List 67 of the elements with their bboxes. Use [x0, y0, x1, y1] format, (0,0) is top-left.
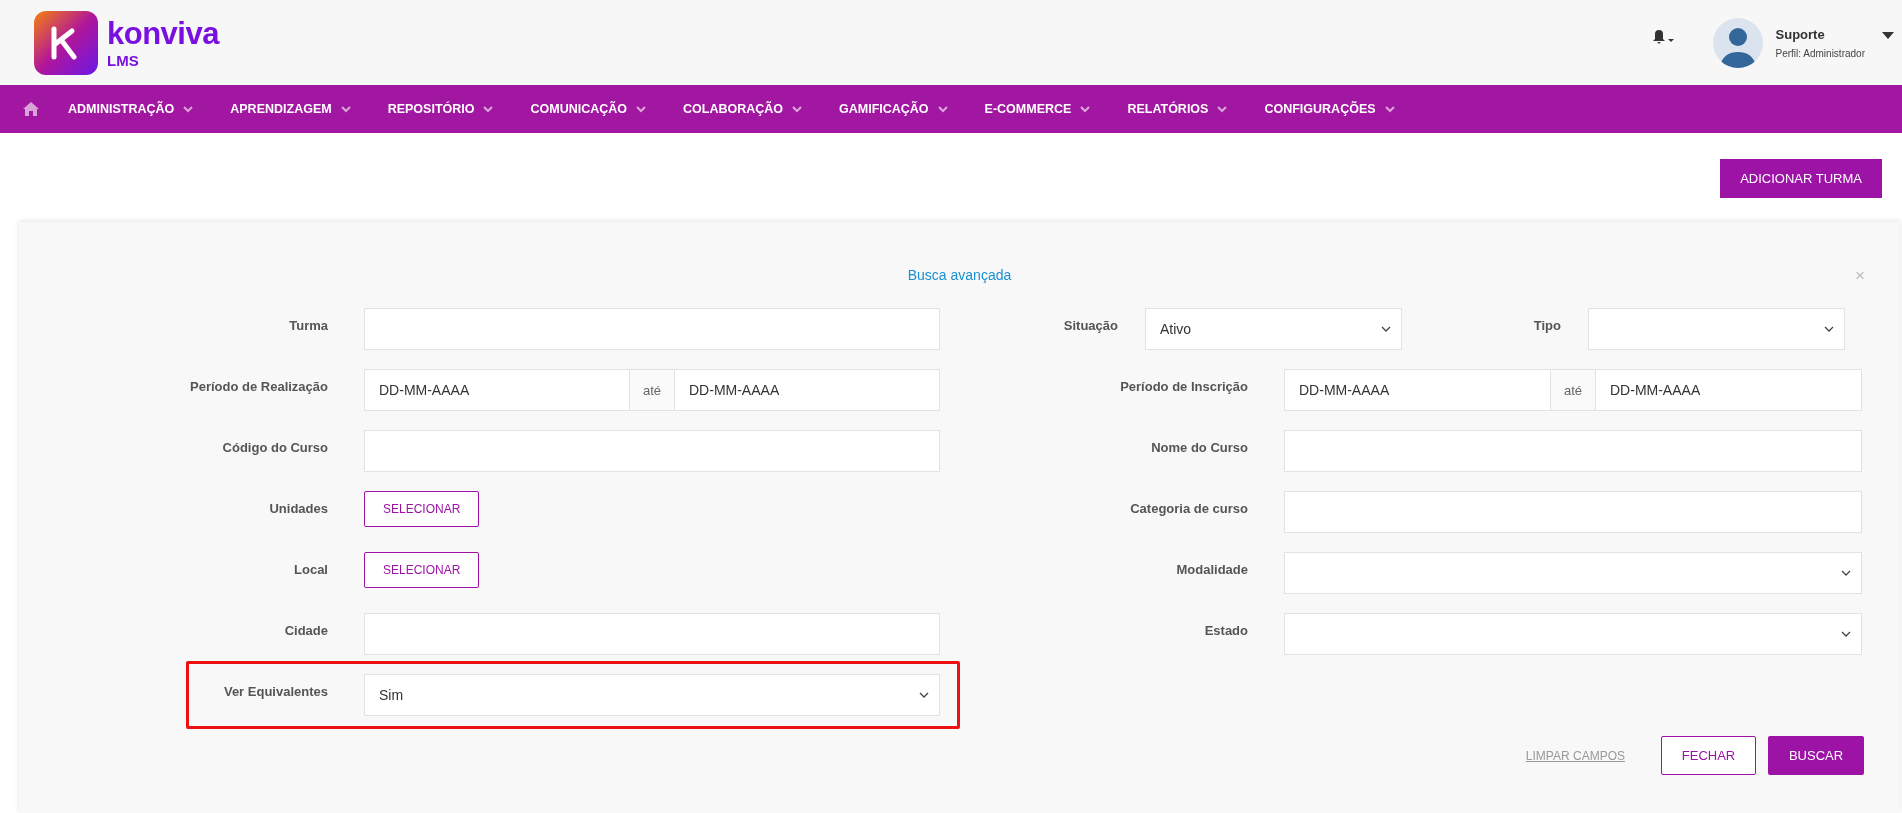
- field-label: Ver Equivalentes: [222, 683, 328, 701]
- menu-item[interactable]: REPOSITÓRIO: [387, 102, 494, 116]
- text-field[interactable]: [364, 613, 940, 655]
- field-label: Local: [293, 561, 328, 579]
- text-field[interactable]: [364, 430, 940, 472]
- brand-name: konviva: [107, 17, 219, 49]
- date-field[interactable]: DD-MM-AAAA: [1595, 369, 1862, 411]
- menu-item[interactable]: CONFIGURAÇÕES: [1264, 102, 1395, 116]
- chevron-down-icon: [483, 105, 494, 113]
- chevron-down-icon: [1824, 326, 1834, 332]
- menu-item[interactable]: GAMIFICAÇÃO: [839, 102, 948, 116]
- chevron-down-icon: [1841, 570, 1851, 576]
- menu-item[interactable]: RELATÓRIOS: [1127, 102, 1228, 116]
- field-label: Unidades: [268, 500, 328, 518]
- field-label: Categoria de curso: [1129, 500, 1248, 518]
- date-field[interactable]: DD-MM-AAAA: [364, 369, 630, 411]
- select-field[interactable]: [1284, 613, 1862, 655]
- user-role: Perfil: Administrador: [1775, 47, 1865, 59]
- chevron-down-icon: [919, 692, 929, 698]
- user-name: Suporte: [1775, 26, 1826, 42]
- chevron-down-icon: [937, 105, 948, 113]
- field-label: Modalidade: [1175, 561, 1248, 579]
- field-label: Nome do Curso: [1150, 439, 1248, 457]
- chevron-down-icon: [183, 105, 194, 113]
- select-field[interactable]: Ativo: [1145, 308, 1402, 350]
- field-label: Período de Realização: [189, 378, 328, 396]
- chevron-down-icon: [1381, 326, 1391, 332]
- field-label: Tipo: [1532, 317, 1562, 335]
- add-class-button[interactable]: ADICIONAR TURMA: [1720, 159, 1882, 198]
- select-field[interactable]: [1588, 308, 1845, 350]
- select-field[interactable]: [1284, 552, 1862, 594]
- range-separator: até: [1551, 369, 1595, 411]
- chevron-down-icon: [1841, 631, 1851, 637]
- home-icon[interactable]: [23, 102, 39, 116]
- menu-item[interactable]: E-COMMERCE: [984, 102, 1091, 116]
- range-separator: até: [630, 369, 674, 411]
- field-label: Período de Inscrição: [1119, 378, 1248, 396]
- select-button[interactable]: SELECIONAR: [364, 491, 480, 527]
- menu-item[interactable]: APRENDIZAGEM: [230, 102, 351, 116]
- field-label: Código do Curso: [221, 439, 328, 457]
- chevron-down-icon: [636, 105, 646, 113]
- chevron-down-icon: [1384, 105, 1395, 113]
- field-label: Estado: [1203, 622, 1248, 640]
- close-panel-button[interactable]: FECHAR: [1661, 736, 1756, 775]
- caret-down-icon[interactable]: [1882, 32, 1894, 39]
- panel-title: Busca avançada: [907, 267, 1012, 283]
- chevron-down-icon: [792, 105, 802, 113]
- text-field[interactable]: [1284, 430, 1862, 472]
- menu-item[interactable]: COLABORAÇÃO: [683, 102, 802, 116]
- field-label: Turma: [288, 317, 328, 335]
- select-field[interactable]: Sim: [364, 674, 940, 716]
- menu-item[interactable]: ADMINISTRAÇÃO: [68, 102, 194, 116]
- menu-item[interactable]: COMUNICAÇÃO: [530, 102, 646, 116]
- select-button[interactable]: SELECIONAR: [364, 552, 480, 588]
- chevron-down-icon: [1217, 105, 1228, 113]
- chevron-down-icon: [340, 105, 351, 113]
- text-field[interactable]: [364, 308, 940, 350]
- text-field[interactable]: [1284, 491, 1862, 533]
- logo-icon: [34, 10, 98, 75]
- field-label: Cidade: [283, 622, 328, 640]
- field-label: Situação: [1062, 317, 1119, 335]
- date-field[interactable]: DD-MM-AAAA: [674, 369, 940, 411]
- search-button[interactable]: BUSCAR: [1768, 736, 1864, 775]
- chevron-down-icon: [1080, 105, 1091, 113]
- date-field[interactable]: DD-MM-AAAA: [1284, 369, 1551, 411]
- brand-subtitle: LMS: [107, 52, 140, 68]
- notifications-button[interactable]: [1652, 28, 1677, 45]
